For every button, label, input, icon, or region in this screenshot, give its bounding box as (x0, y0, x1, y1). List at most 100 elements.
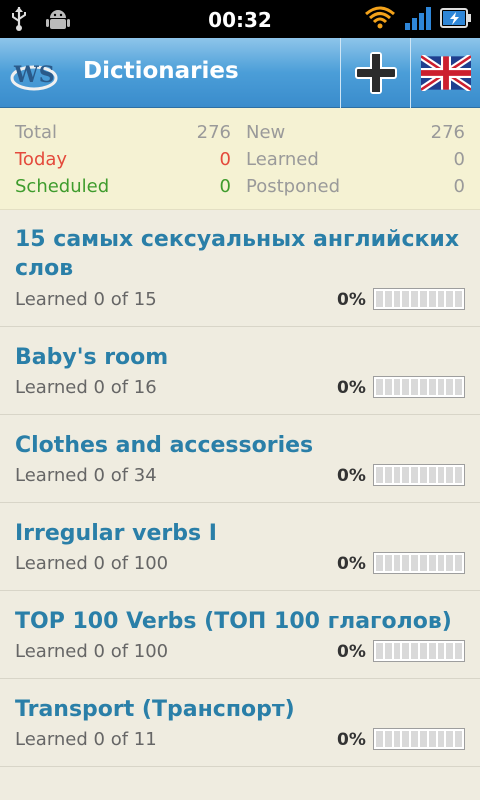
progress-segment (402, 731, 410, 747)
stat-value: 276 (430, 122, 465, 143)
dictionary-percent: 0% (337, 642, 366, 662)
progress-segment (402, 643, 410, 659)
progress-segment (446, 467, 454, 483)
progress-segment (419, 643, 427, 659)
dictionary-title: 15 самых сексуальных английских слов (15, 227, 460, 281)
stat-value: 0 (219, 176, 231, 197)
dictionary-progress-text: Learned 0 of 15 (15, 289, 157, 310)
progress-segment (393, 555, 401, 571)
dictionary-title: Irregular verbs I (15, 521, 217, 546)
list-item[interactable]: Clothes and accessories Learned 0 of 34 … (0, 415, 480, 503)
progress-segment (411, 643, 418, 659)
stat-label: Total (15, 122, 58, 143)
progress-segment (419, 291, 427, 307)
stat-label: Postponed (246, 176, 341, 197)
stat-learned: Learned 0 (246, 149, 465, 173)
progress-segment (455, 291, 462, 307)
stats-panel: Total 276 Today 0 Scheduled 0 New 276 Le… (0, 108, 480, 210)
progress-segment (455, 467, 462, 483)
list-item[interactable]: TOP 100 Verbs (ТОП 100 глаголов) Learned… (0, 591, 480, 679)
list-item[interactable]: 15 самых сексуальных английских слов Lea… (0, 210, 480, 327)
progress-bar (373, 640, 465, 662)
progress-segment (455, 731, 462, 747)
stat-label: Scheduled (15, 176, 110, 197)
progress-bar (373, 552, 465, 574)
progress-segment (455, 379, 462, 395)
progress-segment (437, 643, 445, 659)
stat-label: New (246, 122, 286, 143)
uk-flag-icon (420, 55, 471, 91)
progress-segment (376, 467, 383, 483)
progress-segment (446, 379, 454, 395)
progress-segment (428, 555, 436, 571)
stat-value: 276 (196, 122, 231, 143)
progress-segment (411, 731, 418, 747)
list-item[interactable]: Transport (Транспорт) Learned 0 of 11 0% (0, 679, 480, 767)
progress-segment (376, 555, 383, 571)
dictionary-title: Clothes and accessories (15, 433, 314, 458)
progress-segment (446, 291, 454, 307)
progress-segment (402, 467, 410, 483)
dictionary-progress-text: Learned 0 of 100 (15, 641, 169, 662)
stat-postponed: Postponed 0 (246, 176, 465, 200)
dictionary-percent: 0% (337, 378, 366, 398)
progress-segment (419, 467, 427, 483)
progress-segment (384, 731, 392, 747)
stat-today: Today 0 (15, 149, 231, 173)
stat-value: 0 (453, 176, 465, 197)
dictionary-title: Baby's room (15, 345, 169, 370)
app-bar: WS Dictionaries (0, 38, 480, 108)
wifi-icon (365, 6, 395, 29)
dictionary-progress-text: Learned 0 of 34 (15, 465, 157, 486)
stat-label: Learned (246, 149, 319, 170)
dictionary-progress-text: Learned 0 of 100 (15, 553, 169, 574)
dictionary-percent: 0% (337, 466, 366, 486)
dictionary-percent: 0% (337, 730, 366, 750)
language-button[interactable] (410, 38, 480, 108)
progress-segment (437, 555, 445, 571)
dictionary-percent: 0% (337, 554, 366, 574)
progress-segment (428, 467, 436, 483)
progress-segment (402, 291, 410, 307)
progress-segment (402, 379, 410, 395)
progress-segment (384, 379, 392, 395)
progress-segment (446, 555, 454, 571)
progress-segment (428, 643, 436, 659)
progress-segment (384, 555, 392, 571)
progress-segment (419, 731, 427, 747)
progress-segment (384, 291, 392, 307)
progress-segment (428, 291, 436, 307)
battery-charging-icon (440, 8, 471, 28)
progress-segment (437, 291, 445, 307)
progress-segment (376, 379, 383, 395)
dictionary-title: Transport (Транспорт) (15, 697, 295, 722)
status-indicators (364, 5, 472, 31)
dictionary-list: 15 самых сексуальных английских слов Lea… (0, 210, 480, 767)
stat-new: New 276 (246, 122, 465, 146)
progress-segment (393, 467, 401, 483)
dictionary-progress-text: Learned 0 of 11 (15, 729, 157, 750)
plus-icon (354, 52, 397, 94)
progress-segment (376, 731, 383, 747)
stat-value: 0 (219, 149, 231, 170)
progress-segment (446, 643, 454, 659)
stat-total: Total 276 (15, 122, 231, 146)
progress-segment (411, 379, 418, 395)
progress-segment (428, 379, 436, 395)
list-item[interactable]: Baby's room Learned 0 of 16 0% (0, 327, 480, 415)
progress-segment (393, 291, 401, 307)
stat-scheduled: Scheduled 0 (15, 176, 231, 200)
progress-segment (419, 379, 427, 395)
dictionary-progress-text: Learned 0 of 16 (15, 377, 157, 398)
progress-bar (373, 464, 465, 486)
progress-segment (446, 731, 454, 747)
progress-segment (402, 555, 410, 571)
progress-segment (411, 291, 418, 307)
stat-label: Today (15, 149, 68, 170)
progress-segment (393, 731, 401, 747)
signal-icon (405, 7, 431, 30)
svg-text:WS: WS (13, 62, 55, 88)
add-dictionary-button[interactable] (340, 38, 410, 108)
progress-segment (384, 643, 392, 659)
list-item[interactable]: Irregular verbs I Learned 0 of 100 0% (0, 503, 480, 591)
